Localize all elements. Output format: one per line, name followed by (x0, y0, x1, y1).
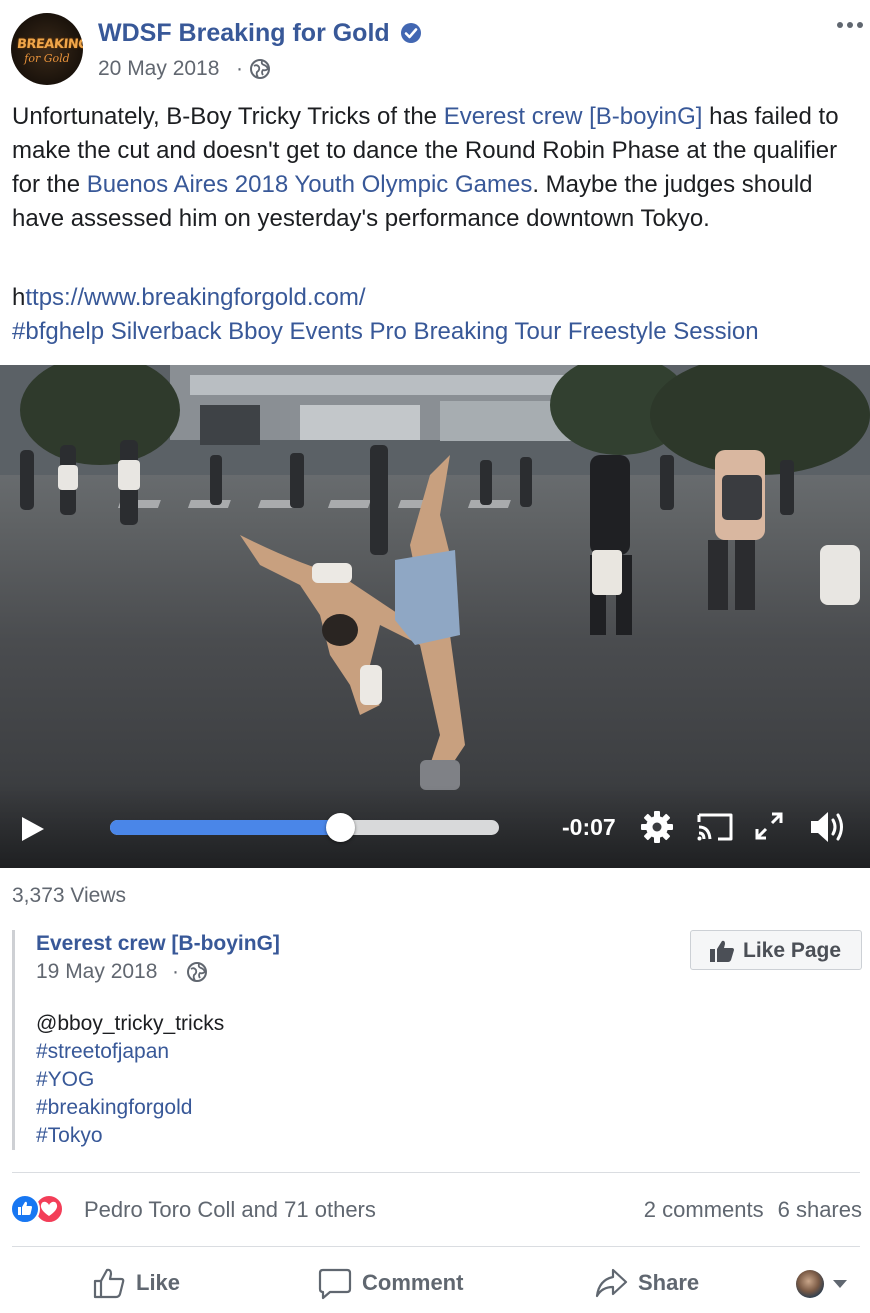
fullscreen-icon[interactable] (753, 810, 785, 842)
hashtag-link[interactable]: #breakingforgold (36, 1094, 224, 1122)
youth-olympic-games-link[interactable]: Buenos Aires 2018 Youth Olympic Games (87, 171, 533, 198)
everest-crew-link[interactable]: Everest crew [B-boyinG] (444, 103, 703, 130)
post-header: BREAKING for Gold WDSF Breaking for Gold… (0, 0, 870, 100)
cast-icon[interactable] (696, 812, 734, 842)
viewer-avatar[interactable] (796, 1270, 824, 1298)
video-progress-track[interactable] (110, 813, 499, 842)
avatar-logo-top: BREAKING (16, 37, 83, 52)
shared-post: Everest crew [B-boyinG] 19 May 2018 · Li… (12, 930, 865, 1150)
comment-button[interactable]: Comment (318, 1266, 488, 1302)
hashtags-line[interactable]: #bfghelp Silverback Bboy Events Pro Brea… (12, 315, 862, 349)
hashtag-link[interactable]: #streetofjapan (36, 1038, 224, 1066)
divider (12, 1172, 860, 1173)
thumbs-up-icon (710, 940, 734, 962)
shares-count-link[interactable]: 6 shares (778, 1197, 862, 1222)
breakingforgold-url-link[interactable]: ttps://www.breakingforgold.com/ (25, 284, 365, 311)
like-button[interactable]: Like (92, 1266, 202, 1302)
comments-count-link[interactable]: 2 comments (644, 1197, 764, 1222)
post-message: Unfortunately, B-Boy Tricky Tricks of th… (12, 100, 862, 236)
like-label: Like (136, 1270, 181, 1295)
video-player[interactable] (0, 365, 870, 868)
play-icon[interactable] (20, 815, 46, 843)
mention-text: @bboy_tricky_tricks (36, 1012, 225, 1035)
verified-badge-icon (401, 23, 421, 43)
avatar-logo-bottom: for Gold (24, 52, 70, 65)
time-remaining: -0:07 (562, 814, 616, 840)
shared-post-message: @bboy_tricky_tricks #streetofjapan #YOG … (36, 1010, 224, 1150)
share-arrow-icon (595, 1268, 628, 1298)
like-page-button[interactable]: Like Page (690, 930, 862, 970)
engagement-counts: 2 comments 6 shares (644, 1197, 862, 1223)
video-progress-fill (110, 820, 340, 835)
settings-gear-icon[interactable] (639, 809, 675, 845)
like-reaction-icon[interactable] (10, 1194, 40, 1224)
hashtag-link[interactable]: #Tokyo (36, 1122, 224, 1150)
date-separator: · (236, 57, 243, 80)
share-label: Share (638, 1270, 700, 1295)
share-button[interactable]: Share (594, 1266, 714, 1302)
like-page-label: Like Page (743, 939, 842, 962)
video-progress-thumb[interactable] (325, 813, 355, 842)
page-name-link[interactable]: WDSF Breaking for Gold (98, 19, 390, 48)
more-options-icon[interactable] (834, 13, 866, 37)
view-count: 3,373 Views (12, 884, 127, 907)
post-text-segment: Unfortunately, B-Boy Tricky Tricks of th… (12, 103, 444, 130)
post-timestamp[interactable]: 20 May 2018 (98, 57, 219, 81)
comment-label: Comment (362, 1270, 464, 1295)
reactors-link[interactable]: Pedro Toro Coll and 71 others (84, 1197, 376, 1223)
reactions-summary: Pedro Toro Coll and 71 others 2 comments… (10, 1194, 862, 1226)
shared-post-timestamp[interactable]: 19 May 2018 (36, 960, 157, 984)
page-avatar[interactable]: BREAKING for Gold (11, 13, 83, 85)
comment-bubble-icon (318, 1268, 352, 1300)
chevron-down-icon[interactable] (832, 1279, 848, 1289)
globe-icon[interactable] (186, 961, 208, 983)
post-links: https://www.breakingforgold.com/ #bfghel… (12, 281, 862, 349)
globe-icon[interactable] (249, 58, 271, 80)
hashtag-link[interactable]: #YOG (36, 1066, 224, 1094)
shared-date-separator: · (172, 960, 179, 983)
url-prefix: h (12, 284, 26, 311)
divider (12, 1246, 860, 1247)
thumbs-up-outline-icon (93, 1268, 125, 1299)
volume-icon[interactable] (808, 809, 848, 845)
shared-page-name-link[interactable]: Everest crew [B-boyinG] (36, 932, 280, 956)
